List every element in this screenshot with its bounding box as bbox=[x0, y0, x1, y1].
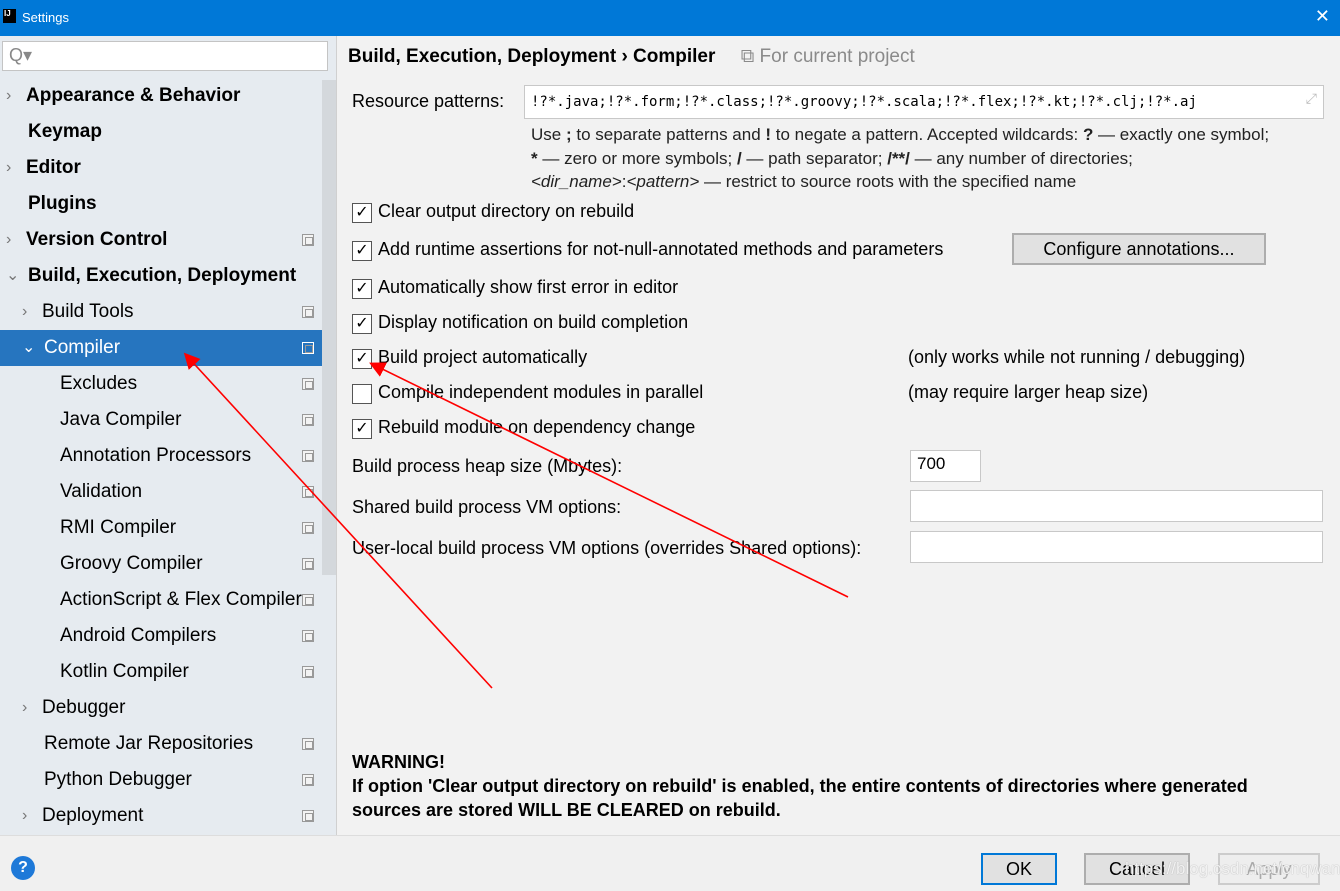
arrow-to-compiler bbox=[183, 352, 493, 689]
annotation-arrows bbox=[183, 352, 849, 689]
arrow-to-build-automatically bbox=[369, 362, 849, 598]
